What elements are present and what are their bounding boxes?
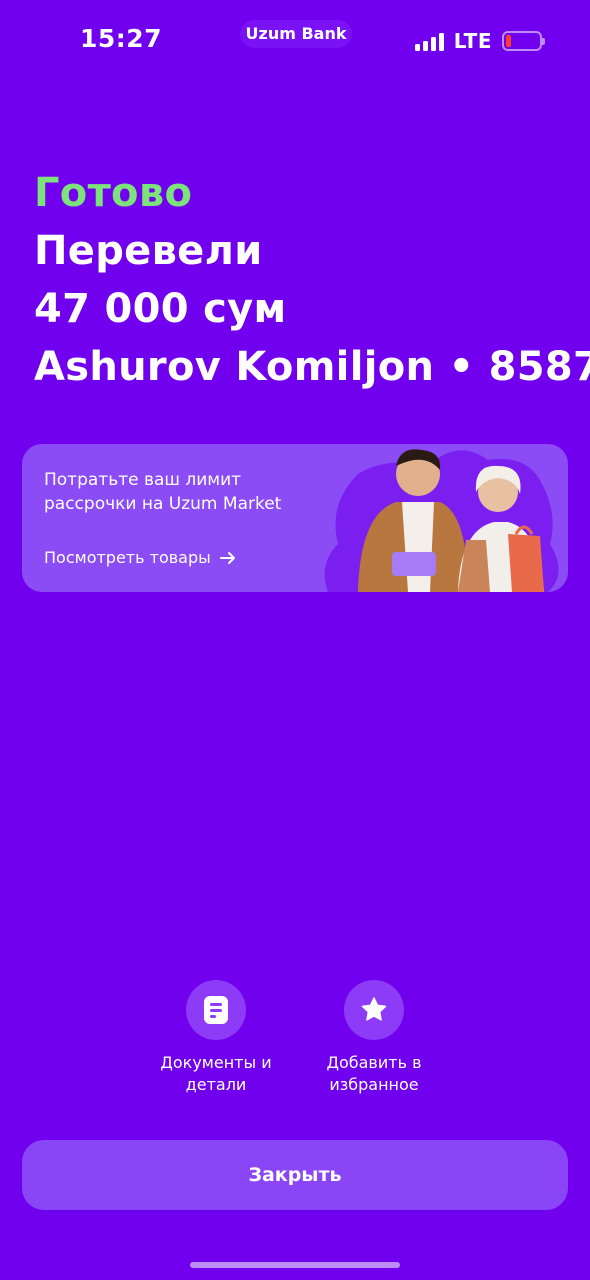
promo-text: Потратьте ваш лимит рассрочки на Uzum Ma… [44,470,282,514]
action-text: Перевели [34,228,263,274]
status-indicators: LTE [414,28,545,54]
view-products-link[interactable]: Посмотреть товары [44,548,237,567]
document-icon [204,996,228,1024]
documents-details-button[interactable]: Документы и детали [136,980,296,1096]
amount-text: 47 000 сум [34,286,287,332]
add-to-favorites-label: Добавить в избранное [326,1053,422,1094]
promo-banner[interactable]: Потратьте ваш лимит рассрочки на Uzum Ma… [22,444,568,592]
signal-icon [414,31,444,51]
promo-illustration [324,449,559,592]
close-button[interactable]: Закрыть [22,1140,568,1210]
add-to-favorites-button[interactable]: Добавить в избранное [294,980,454,1096]
result-headline: Готово Перевели 47 000 сум Ashurov Komil… [34,164,590,396]
view-products-label: Посмотреть товары [44,548,211,567]
status-time: 15:27 [80,24,163,53]
status-app-name: Uzum Bank [240,20,352,48]
transfer-success-screen: 15:27 Uzum Bank LTE Готово Перевели 47 0… [0,0,590,1280]
documents-details-label: Документы и детали [160,1053,272,1094]
arrow-right-icon [219,551,235,564]
favorites-icon-wrap [344,980,404,1040]
star-icon [361,997,387,1021]
documents-icon-wrap [186,980,246,1040]
recipient-text: Ashurov Komiljon • 8587 [34,344,590,390]
home-indicator[interactable] [190,1262,400,1268]
network-type: LTE [453,29,492,53]
status-text: Готово [34,170,193,216]
battery-icon [502,31,545,51]
